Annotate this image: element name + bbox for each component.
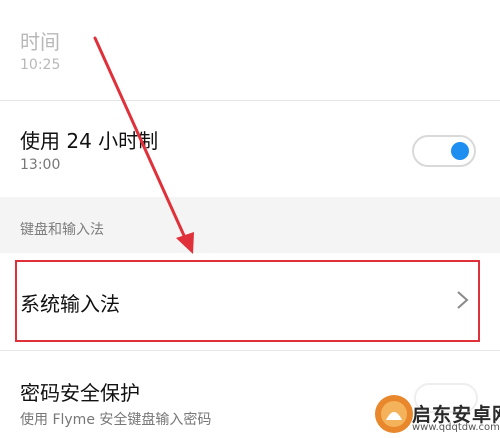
time-row-title: 时间: [20, 30, 60, 54]
chevron-right-icon: [457, 291, 469, 309]
password-row-title: 密码安全保护: [20, 381, 140, 405]
system-input-method-row[interactable]: 系统输入法: [0, 253, 500, 349]
password-row-subtitle: 使用 Flyme 安全键盘输入密码: [20, 412, 212, 428]
hour24-row-value: 13:00: [20, 157, 61, 173]
hour24-row-title: 使用 24 小时制: [20, 129, 159, 153]
time-row-value: 10:25: [20, 57, 61, 73]
section-keyboard-input: 键盘和输入法: [0, 197, 500, 253]
hour24-toggle[interactable]: [412, 135, 476, 167]
watermark-url: www.qdqtdw.com: [412, 422, 500, 433]
section-header-label: 键盘和输入法: [20, 222, 104, 238]
time-row: 时间 10:25: [0, 0, 500, 100]
toggle-knob: [451, 142, 469, 160]
input-method-title: 系统输入法: [20, 292, 120, 316]
